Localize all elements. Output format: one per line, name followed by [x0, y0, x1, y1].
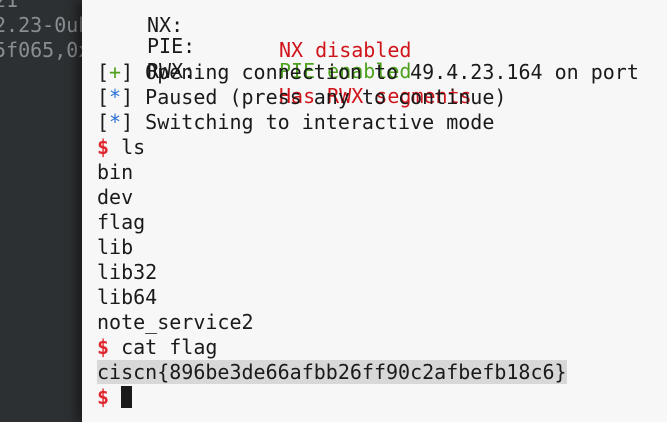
status-line-opening-connection: [+] Opening connection to 49.4.23.164 on… — [97, 60, 639, 85]
shell-command-line: $ ls — [97, 135, 145, 160]
checksec-pie-row: PIE: PIE enabled — [97, 9, 411, 83]
ls-output-item: bin — [97, 160, 134, 184]
prompt-symbol: $ — [97, 385, 110, 409]
status-bracket-close: ] — [121, 85, 134, 109]
status-bracket-open: [ — [97, 85, 110, 109]
foreground-terminal-window[interactable]: NX: NX disabled PIE: PIE enabled RWX: Ha… — [82, 0, 667, 422]
status-text: Switching to interactive mode — [133, 110, 495, 134]
flag-output-text[interactable]: ciscn{896be3de66afbb26ff90c2afbefb18c6} — [97, 360, 567, 384]
status-bracket-open: [ — [97, 110, 110, 134]
checksec-pie-label: PIE: — [147, 34, 196, 58]
prompt-symbol: $ — [97, 335, 110, 359]
active-prompt-line[interactable]: $ — [97, 385, 133, 410]
status-text: Paused (press any to continue) — [133, 85, 507, 109]
status-text: Opening connection to 49.4.23.164 on por… — [133, 60, 639, 84]
ls-output-item: lib64 — [97, 285, 158, 309]
command-text: cat flag — [121, 335, 218, 359]
command-text: ls — [121, 135, 146, 159]
status-bracket-open: [ — [97, 60, 110, 84]
status-bracket-close: ] — [121, 60, 134, 84]
text-cursor[interactable] — [121, 386, 133, 408]
ls-output-item: dev — [97, 185, 134, 209]
flag-output-line[interactable]: ciscn{896be3de66afbb26ff90c2afbefb18c6} — [97, 360, 567, 385]
background-terminal-line: z1 — [0, 0, 19, 12]
status-line-interactive: [*] Switching to interactive mode — [97, 110, 494, 135]
status-plus-symbol: + — [109, 60, 122, 84]
status-star-symbol: * — [109, 110, 122, 134]
status-star-symbol: * — [109, 85, 122, 109]
ls-output-item: note_service2 — [97, 310, 254, 334]
shell-command-line: $ cat flag — [97, 335, 217, 360]
prompt-symbol: $ — [97, 135, 110, 159]
status-line-paused: [*] Paused (press any to continue) — [97, 85, 506, 110]
ls-output-item: flag — [97, 210, 146, 234]
ls-output-item: lib32 — [97, 260, 158, 284]
status-bracket-close: ] — [121, 110, 134, 134]
checksec-rwx-row: RWX: Has RWX segments — [97, 34, 472, 108]
ls-output-item: lib — [97, 235, 134, 259]
